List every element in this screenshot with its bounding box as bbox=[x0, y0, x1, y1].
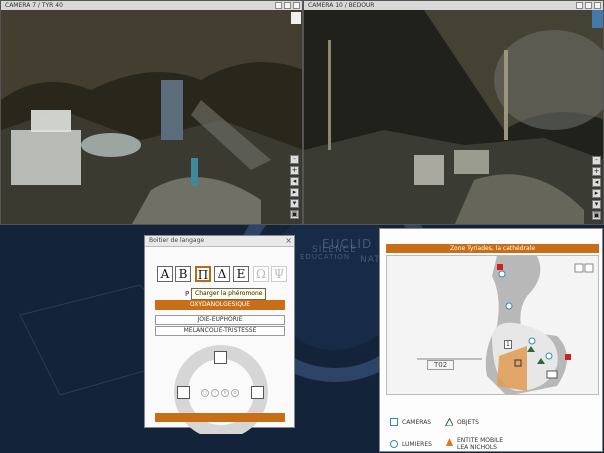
pheromone-letter: P bbox=[185, 290, 190, 298]
maximize-button[interactable] bbox=[284, 2, 291, 9]
pan-right-button[interactable]: ▸ bbox=[592, 189, 601, 198]
slot-top[interactable] bbox=[214, 351, 227, 364]
tooltip: Charger la phéromone bbox=[191, 288, 267, 300]
pheromone-orb: o bbox=[231, 389, 239, 397]
map-panel: Zone Tyriades, la cathédrale T02 1 CAMER… bbox=[379, 228, 603, 452]
cavern-scene-left bbox=[1, 10, 302, 224]
send-bar[interactable] bbox=[155, 413, 285, 422]
legend-entity: ENTITE MOBILE bbox=[457, 437, 503, 444]
zoom-out-button[interactable]: - bbox=[592, 156, 601, 165]
minimize-button[interactable] bbox=[576, 2, 583, 9]
emotion-option[interactable]: OXYDANOLGESIQUE bbox=[155, 300, 285, 310]
camera-title-bar: CAMERA 10 / BEDOUR bbox=[304, 1, 603, 10]
camera-title: CAMERA 10 / BEDOUR bbox=[308, 2, 375, 9]
glyph-button-pi[interactable]: Π bbox=[195, 266, 211, 282]
close-button[interactable] bbox=[293, 2, 300, 9]
close-icon[interactable]: × bbox=[285, 236, 292, 246]
cavern-scene-right bbox=[304, 10, 603, 224]
cave-map bbox=[417, 256, 594, 394]
zoom-in-button[interactable]: + bbox=[290, 166, 299, 175]
zone-map[interactable]: T02 1 bbox=[386, 255, 599, 395]
camera-view-left[interactable]: CAMERA 7 / TYR 40 bbox=[0, 0, 303, 225]
glyph-button-b[interactable]: B bbox=[175, 266, 191, 282]
glyph-button-a[interactable]: A bbox=[157, 266, 173, 282]
pheromone-orb: i bbox=[211, 389, 219, 397]
glyph-button-omega[interactable]: Ω bbox=[253, 266, 269, 282]
zoom-out-button[interactable]: - bbox=[290, 155, 299, 164]
pan-left-button[interactable]: ◂ bbox=[592, 178, 601, 187]
camera-title-bar: CAMERA 7 / TYR 40 bbox=[1, 1, 302, 10]
glyph-button-delta[interactable]: Δ bbox=[214, 266, 230, 282]
cavern-illustration bbox=[1, 10, 302, 224]
pan-right-button[interactable]: ▸ bbox=[290, 188, 299, 197]
background-mark: EDUCATION bbox=[300, 253, 351, 261]
sector-label: T02 bbox=[427, 360, 455, 370]
maximize-button[interactable] bbox=[585, 2, 592, 9]
pan-down-button[interactable]: ▾ bbox=[290, 199, 299, 208]
snapshot-button[interactable]: ▣ bbox=[592, 211, 601, 220]
pan-left-button[interactable]: ◂ bbox=[290, 177, 299, 186]
slot-left[interactable] bbox=[177, 386, 190, 399]
object-icon bbox=[445, 418, 453, 426]
marker-number: 1 bbox=[504, 340, 512, 349]
desk-background: EUCLID SILENCE NATURAM EDUCATION Boitier… bbox=[0, 225, 604, 453]
cavern-illustration bbox=[304, 10, 603, 224]
legend-cameras: CAMERAS bbox=[402, 419, 432, 426]
pheromone-orb: ii bbox=[221, 389, 229, 397]
legend-objets: OBJETS bbox=[457, 419, 479, 426]
zone-title: Zone Tyriades, la cathédrale bbox=[386, 244, 599, 253]
emotion-option[interactable]: MELANCOLIE-TRISTESSE bbox=[155, 326, 285, 336]
panel-title-bar: Boitier de langage × bbox=[145, 236, 294, 247]
camera-icon bbox=[390, 418, 398, 426]
mobile-entity-icon bbox=[445, 438, 453, 446]
light-icon bbox=[390, 440, 398, 448]
glyph-button-psi[interactable]: Ψ bbox=[271, 266, 287, 282]
camera-title: CAMERA 7 / TYR 40 bbox=[5, 2, 63, 9]
legend-lumieres: LUMIERES bbox=[402, 441, 432, 448]
emotion-option[interactable]: JOIE-EUPHORIE bbox=[155, 315, 285, 325]
panel-title: Boitier de langage bbox=[149, 237, 205, 244]
slot-right[interactable] bbox=[251, 386, 264, 399]
camera-view-right[interactable]: CAMERA 10 / BEDOUR - + ◂ ▸ ▾ ▣ bbox=[303, 0, 604, 225]
pan-down-button[interactable]: ▾ bbox=[592, 200, 601, 209]
minimize-button[interactable] bbox=[275, 2, 282, 9]
snapshot-button[interactable]: ▣ bbox=[290, 210, 299, 219]
pheromone-orb: ○ bbox=[201, 389, 209, 397]
glyph-button-e[interactable]: E bbox=[233, 266, 249, 282]
language-panel: Boitier de langage × A B Π Δ E Ω Ψ P Cha… bbox=[144, 235, 295, 434]
close-button[interactable] bbox=[594, 2, 601, 9]
zoom-in-button[interactable]: + bbox=[592, 167, 601, 176]
legend-entity-name: LEA NICHOLS bbox=[457, 444, 497, 451]
